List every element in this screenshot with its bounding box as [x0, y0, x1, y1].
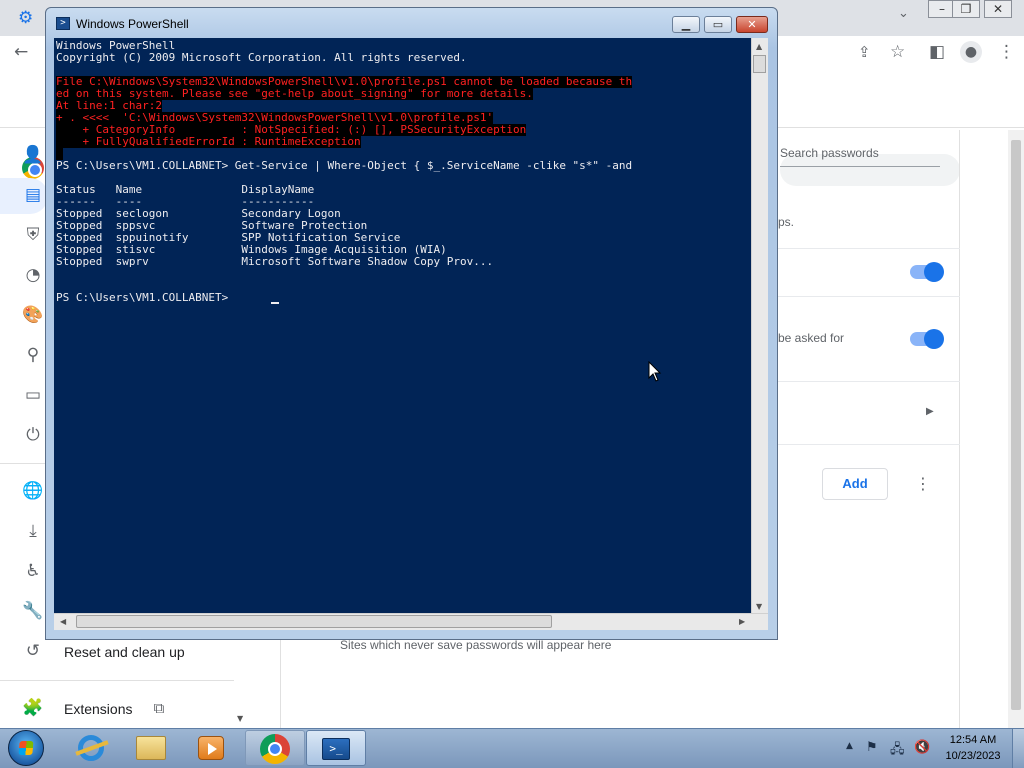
powershell-window: > Windows PowerShell ▁ ▭ ✕ Windows Power…: [45, 7, 778, 640]
more-actions-icon[interactable]: ⋮: [914, 474, 932, 494]
chrome-icon: [260, 734, 290, 764]
clock-date: 10/23/2023: [945, 750, 1001, 762]
minimize-button[interactable]: ▁: [672, 16, 700, 33]
autofill-icon[interactable]: ▤: [22, 184, 44, 206]
horizontal-scroll-thumb[interactable]: [76, 615, 552, 628]
external-link-icon[interactable]: ⧉: [148, 697, 170, 719]
partial-auto-signin-text: be asked for: [778, 331, 845, 345]
side-panel-icon[interactable]: ◧: [929, 42, 945, 62]
auto-signin-toggle[interactable]: [910, 329, 944, 349]
vertical-scrollbar[interactable]: [751, 38, 768, 613]
reset-icon[interactable]: ↺: [22, 640, 44, 662]
text-cursor: [271, 302, 279, 304]
console-error-line: + FullyQualifiedErrorId : RuntimeExcepti…: [56, 135, 361, 148]
search-passwords-input[interactable]: Search passwords: [780, 146, 940, 167]
offer-to-save-toggle[interactable]: [910, 262, 944, 282]
taskbar-clock[interactable]: 12:54 AM 10/23/2023: [940, 732, 1006, 764]
bookmark-star-icon[interactable]: ☆: [890, 42, 905, 62]
console-line: PS C:\Users\VM1.COLLABNET>: [56, 291, 235, 304]
internet-explorer-icon: [78, 735, 104, 761]
palette-icon[interactable]: 🎨: [22, 304, 44, 326]
page-scroll-thumb[interactable]: [1011, 140, 1021, 710]
maximize-button[interactable]: ▭: [704, 16, 732, 33]
settings-tab-gear-icon[interactable]: ⚙: [18, 8, 33, 28]
browser-icon[interactable]: ▭: [22, 384, 44, 406]
power-icon[interactable]: ⏻: [22, 424, 44, 446]
window-title: Windows PowerShell: [76, 17, 189, 31]
globe-icon[interactable]: 🌐: [22, 480, 44, 502]
accessibility-icon[interactable]: ♿: [22, 560, 44, 582]
close-button[interactable]: ✕: [736, 16, 768, 33]
scroll-down-icon[interactable]: ▼: [756, 602, 762, 611]
scroll-right-icon[interactable]: ▶: [739, 617, 745, 626]
download-icon[interactable]: ⤓: [22, 520, 44, 542]
never-save-placeholder-text: Sites which never save passwords will ap…: [340, 638, 612, 652]
wrench-icon[interactable]: 🔧: [22, 600, 44, 622]
share-icon[interactable]: ⇪: [858, 43, 871, 61]
gauge-icon[interactable]: ◔: [22, 264, 44, 286]
back-arrow-icon[interactable]: ←: [14, 42, 28, 62]
clock-time: 12:54 AM: [949, 734, 997, 746]
show-desktop-button[interactable]: [1012, 729, 1024, 768]
partial-description-text: ps.: [778, 215, 795, 229]
sidebar-scroll-down-icon[interactable]: ▼: [237, 714, 243, 723]
media-player-icon: [198, 736, 224, 760]
tray-expand-icon[interactable]: ▲: [846, 741, 853, 751]
powershell-taskbar-icon: >_: [322, 738, 350, 760]
volume-muted-icon[interactable]: 🔇: [914, 740, 930, 755]
network-icon[interactable]: 🖧: [890, 740, 905, 762]
powershell-console[interactable]: Windows PowerShell Copyright (C) 2009 Mic…: [54, 38, 751, 613]
puzzle-icon[interactable]: 🧩: [22, 697, 44, 719]
person-icon[interactable]: 👤: [22, 144, 44, 166]
console-line: PS C:\Users\VM1.COLLABNET> Get-Service |…: [56, 159, 633, 172]
chrome-close-button[interactable]: ✕: [984, 0, 1012, 18]
tab-search-chevron-icon[interactable]: ⌄: [898, 6, 909, 21]
shield-icon[interactable]: ⛨: [22, 224, 44, 246]
chevron-right-icon[interactable]: ▶: [926, 406, 934, 417]
sidebar-item-extensions[interactable]: Extensions: [64, 701, 132, 717]
chrome-menu-icon[interactable]: ⋮: [998, 42, 1015, 62]
powershell-icon: >: [56, 17, 70, 30]
powershell-titlebar[interactable]: > Windows PowerShell ▁ ▭ ✕: [46, 8, 777, 38]
console-line: Copyright (C) 2009 Microsoft Corporation…: [56, 51, 467, 64]
chrome-restore-button[interactable]: ❐: [952, 0, 980, 18]
start-button[interactable]: [8, 730, 44, 766]
action-center-icon[interactable]: ⚑: [866, 740, 878, 755]
add-password-button[interactable]: Add: [822, 468, 888, 500]
console-line: Stopped swprv Microsoft Software Shadow …: [56, 255, 494, 268]
scroll-left-icon[interactable]: ◀: [60, 617, 66, 626]
profile-avatar-icon[interactable]: ●: [960, 41, 982, 63]
folder-icon: [136, 736, 166, 760]
search-icon[interactable]: ⚲: [22, 344, 44, 366]
vertical-scroll-thumb[interactable]: [753, 55, 766, 73]
mouse-pointer-icon: [648, 361, 662, 382]
sidebar-divider: [0, 680, 234, 681]
scroll-up-icon[interactable]: ▲: [756, 42, 762, 51]
sidebar-item-reset[interactable]: Reset and clean up: [64, 644, 185, 660]
